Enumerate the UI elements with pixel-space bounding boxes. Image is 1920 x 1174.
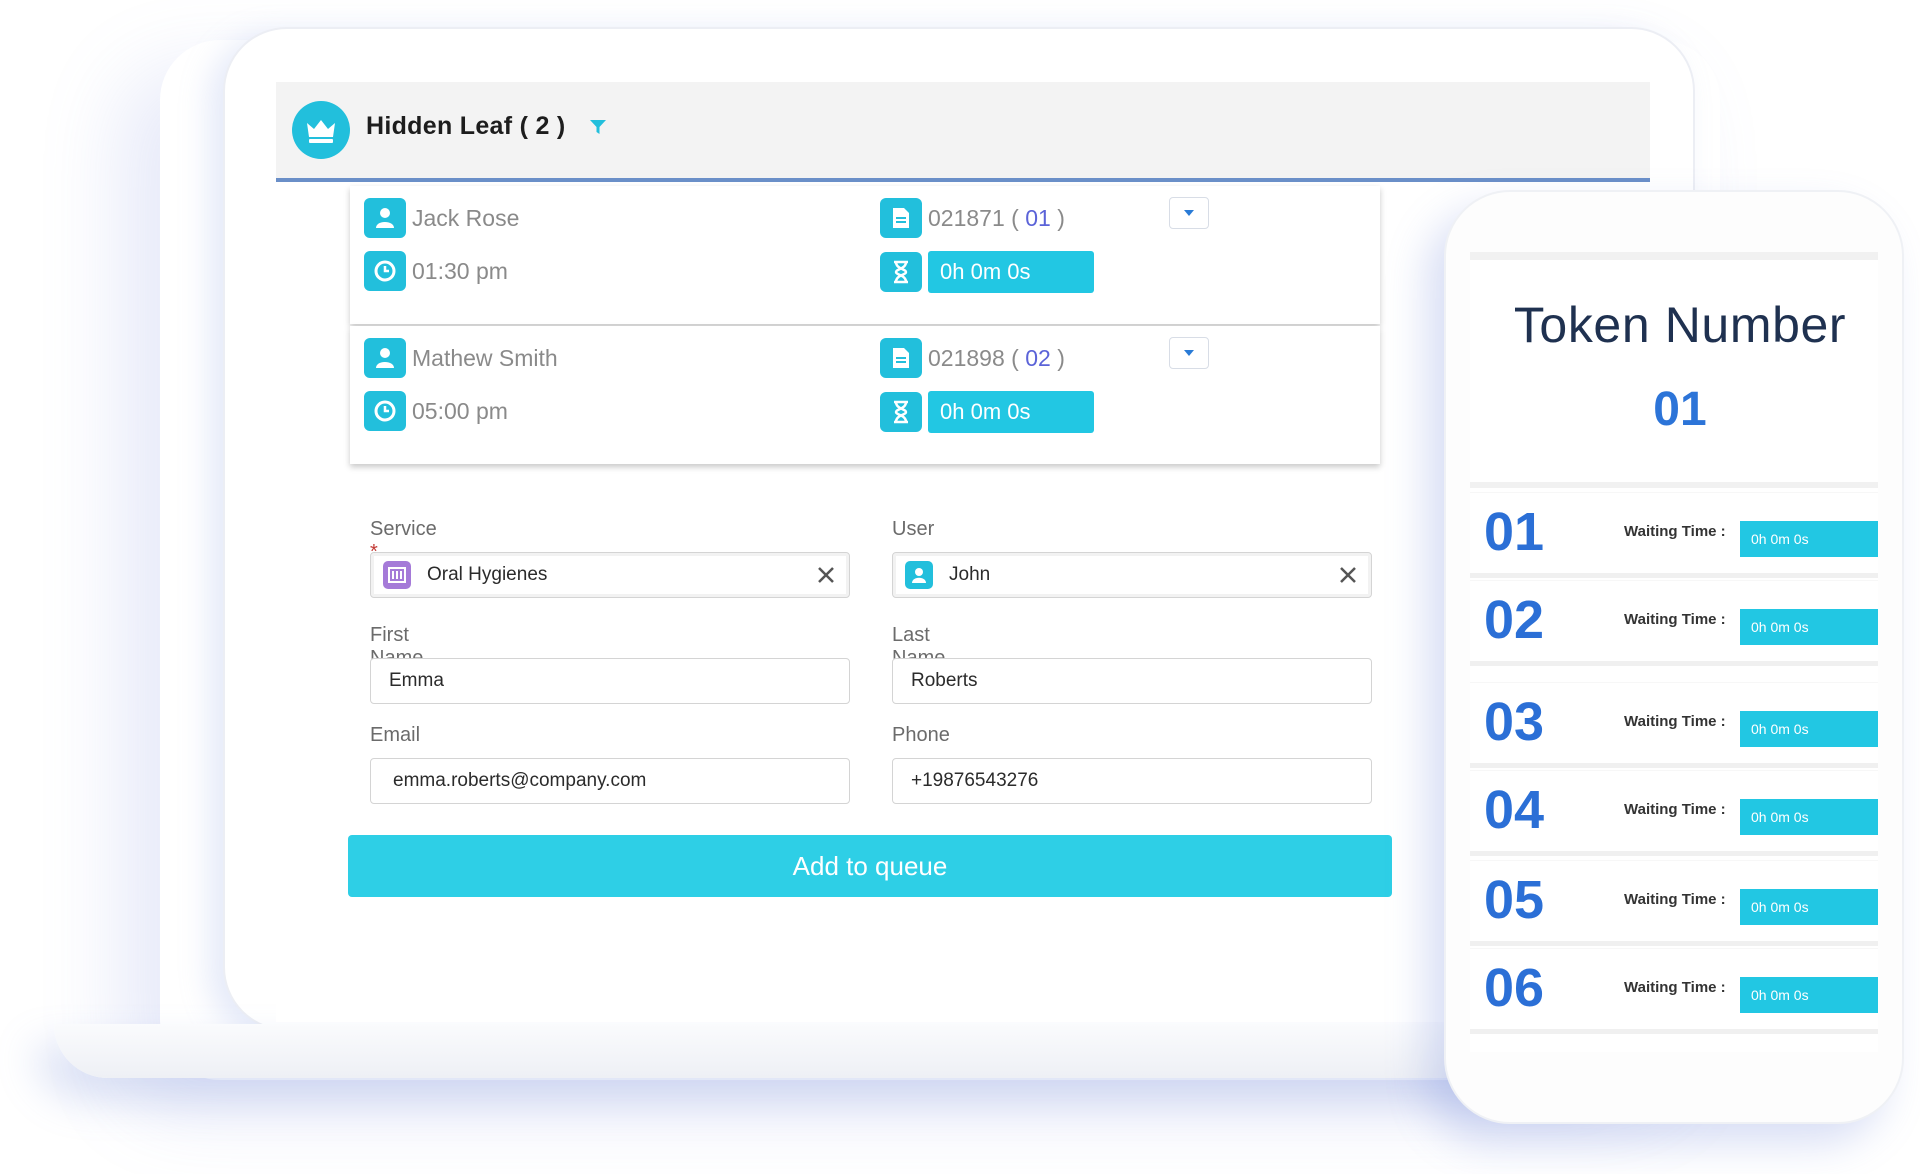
timer-row: 0h 0m 0s	[880, 391, 1094, 433]
appointment-time-row: 05:00 pm	[364, 391, 508, 431]
hourglass-icon	[880, 252, 922, 292]
first-name-field[interactable]: Emma	[370, 658, 850, 704]
token-id: 021898 ( 02 )	[928, 344, 1065, 371]
queue-token-number: 05	[1484, 870, 1545, 930]
clock-icon	[364, 251, 406, 291]
email-field[interactable]: emma.roberts@company.com	[370, 758, 850, 804]
queue-row: 03 Waiting Time : 0h 0m 0s	[1470, 682, 1878, 768]
queue-title: Hidden Leaf ( 2 )	[366, 112, 566, 140]
laptop-base	[54, 1024, 1614, 1078]
filter-icon[interactable]	[588, 118, 608, 136]
close-icon[interactable]	[1337, 564, 1359, 586]
waiting-time-value: 0h 0m 0s	[1740, 799, 1878, 835]
waiting-time-label: Waiting Time :	[1624, 801, 1726, 818]
crown-icon	[292, 101, 350, 159]
appointment-card: Mathew Smith 05:00 pm 021898 ( 02 ) 0h 0…	[350, 326, 1380, 464]
phone-label: Phone	[892, 724, 950, 746]
wait-timer: 0h 0m 0s	[928, 251, 1094, 293]
timer-row: 0h 0m 0s	[880, 251, 1094, 293]
queue-row: 04 Waiting Time : 0h 0m 0s	[1470, 770, 1878, 856]
waiting-time-label: Waiting Time :	[1624, 713, 1726, 730]
contact-icon	[905, 561, 933, 589]
person-icon	[364, 198, 406, 238]
document-icon	[880, 198, 922, 238]
current-token-panel: Token Number 01	[1470, 252, 1878, 488]
appointment-name-row: Jack Rose	[364, 198, 519, 238]
waiting-time-value: 0h 0m 0s	[1740, 711, 1878, 747]
queue-row: 05 Waiting Time : 0h 0m 0s	[1470, 860, 1878, 946]
user-value: John	[949, 564, 991, 585]
user-label: User	[892, 518, 935, 540]
waiting-time-label: Waiting Time :	[1624, 979, 1726, 996]
close-icon[interactable]	[815, 564, 837, 586]
waiting-time-value: 0h 0m 0s	[1740, 977, 1878, 1013]
add-to-queue-button[interactable]: Add to queue	[348, 835, 1392, 897]
queue-token-number: 04	[1484, 780, 1545, 840]
card-menu-button[interactable]	[1169, 337, 1209, 369]
customer-name: Jack Rose	[412, 204, 520, 231]
last-name-field[interactable]: Roberts	[892, 658, 1372, 704]
hourglass-icon	[880, 392, 922, 432]
card-menu-button[interactable]	[1169, 197, 1209, 229]
current-token-number: 01	[1653, 383, 1707, 436]
token-row: 021898 ( 02 )	[880, 338, 1065, 378]
queue-token-number: 03	[1484, 692, 1545, 752]
queue-header: Hidden Leaf ( 2 )	[276, 82, 1650, 182]
phone-field[interactable]: +19876543276	[892, 758, 1372, 804]
email-label: Email	[370, 724, 421, 746]
appointment-time: 05:00 pm	[412, 397, 508, 424]
waiting-time-value: 0h 0m 0s	[1740, 609, 1878, 645]
service-value: Oral Hygienes	[427, 564, 548, 585]
queue-row: 02 Waiting Time : 0h 0m 0s	[1470, 580, 1878, 666]
queue-row: 01 Waiting Time : 0h 0m 0s	[1470, 492, 1878, 578]
token-id: 021871 ( 01 )	[928, 204, 1065, 231]
appointment-time-row: 01:30 pm	[364, 251, 508, 291]
chevron-down-icon	[1184, 350, 1194, 356]
token-title: Token Number	[1513, 297, 1847, 353]
waiting-time-value: 0h 0m 0s	[1740, 521, 1878, 557]
token-row: 021871 ( 01 )	[880, 198, 1065, 238]
waiting-time-label: Waiting Time :	[1624, 891, 1726, 908]
waiting-time-label: Waiting Time :	[1624, 523, 1726, 540]
token-display-screen: Token Number 01 01 Waiting Time : 0h 0m …	[1470, 252, 1878, 1052]
waiting-time-value: 0h 0m 0s	[1740, 889, 1878, 925]
appointment-name-row: Mathew Smith	[364, 338, 558, 378]
customer-name: Mathew Smith	[412, 344, 558, 371]
queue-token-number: 01	[1484, 502, 1545, 562]
appointment-card: Jack Rose 01:30 pm 021871 ( 01 ) 0h 0m 0…	[350, 186, 1380, 324]
phone-frame: Token Number 01 01 Waiting Time : 0h 0m …	[1444, 190, 1904, 1124]
chevron-down-icon	[1184, 210, 1194, 216]
waiting-time-label: Waiting Time :	[1624, 611, 1726, 628]
appointment-time: 01:30 pm	[412, 257, 508, 284]
clock-icon	[364, 391, 406, 431]
queue-token-number: 02	[1484, 590, 1545, 650]
queue-row: 06 Waiting Time : 0h 0m 0s	[1470, 948, 1878, 1034]
service-lookup[interactable]: Oral Hygienes	[370, 552, 850, 598]
document-icon	[880, 338, 922, 378]
person-icon	[364, 338, 406, 378]
service-icon	[383, 561, 411, 589]
queue-token-number: 06	[1484, 958, 1545, 1018]
wait-timer: 0h 0m 0s	[928, 391, 1094, 433]
user-lookup[interactable]: John	[892, 552, 1372, 598]
